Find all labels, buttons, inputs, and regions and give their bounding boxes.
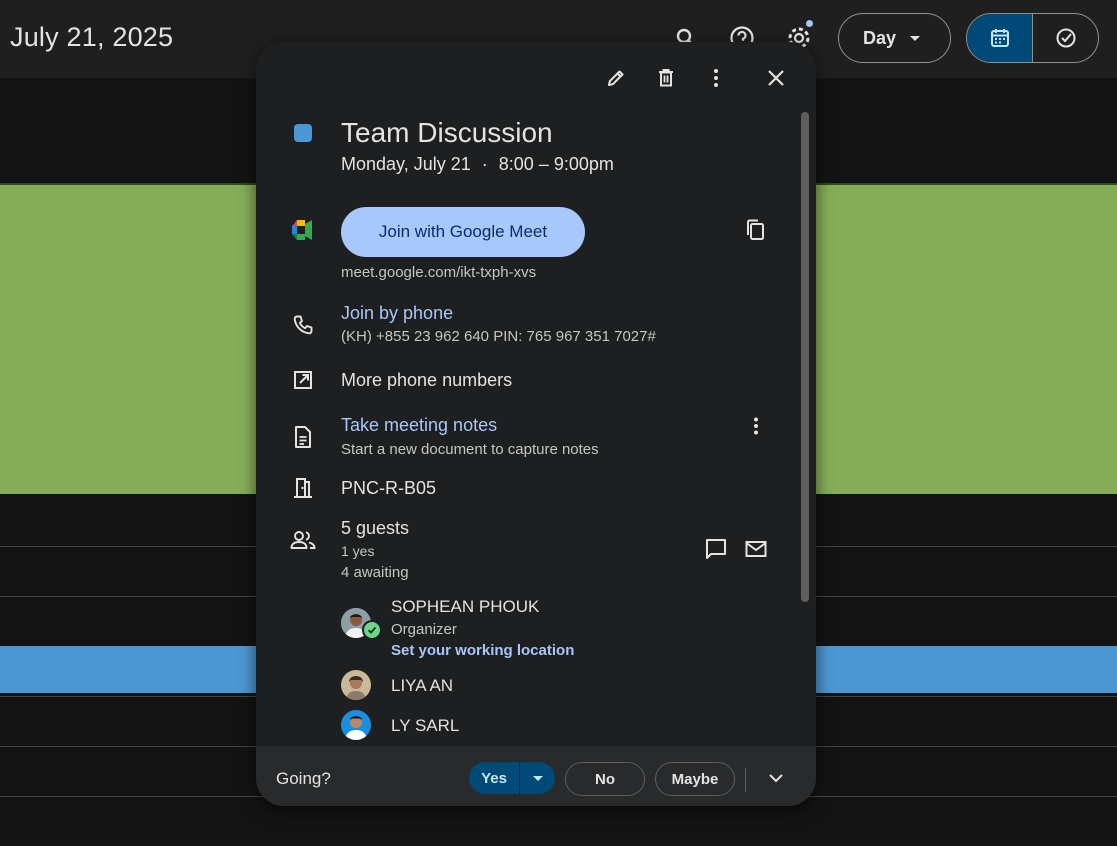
accepted-check-icon bbox=[362, 620, 382, 640]
edit-icon[interactable] bbox=[600, 62, 632, 94]
view-select[interactable]: Day bbox=[838, 13, 951, 63]
meet-link[interactable]: meet.google.com/ikt-txph-xvs bbox=[341, 264, 536, 281]
event-datetime: Monday, July 21 · 8:00 – 9:00pm bbox=[341, 154, 614, 175]
scrollbar[interactable] bbox=[801, 112, 809, 602]
notes-description: Start a new document to capture notes bbox=[341, 441, 599, 458]
document-icon bbox=[290, 424, 316, 450]
avatar bbox=[341, 710, 371, 740]
take-meeting-notes-link[interactable]: Take meeting notes bbox=[341, 415, 497, 436]
open-in-new-icon bbox=[290, 367, 316, 393]
guest-awaiting-count: 4 awaiting bbox=[341, 564, 409, 581]
room-name: PNC-R-B05 bbox=[341, 478, 437, 498]
join-by-phone-link[interactable]: Join by phone bbox=[341, 303, 453, 324]
google-meet-icon bbox=[292, 220, 316, 245]
chevron-down-icon bbox=[910, 35, 921, 41]
close-icon[interactable] bbox=[760, 62, 792, 94]
datetime-separator: · bbox=[481, 154, 488, 174]
set-working-location-link[interactable]: Set your working location bbox=[391, 642, 574, 659]
event-color-swatch bbox=[294, 124, 312, 142]
notification-dot bbox=[806, 20, 813, 27]
rsvp-no-button[interactable]: No bbox=[565, 762, 645, 796]
guest-role: Organizer bbox=[391, 621, 457, 638]
calendar-toggle[interactable] bbox=[967, 14, 1032, 62]
calendar-icon bbox=[990, 29, 1009, 47]
date-title: July 21, 2025 bbox=[10, 22, 174, 52]
view-select-label: Day bbox=[863, 27, 897, 48]
join-meet-button[interactable]: Join with Google Meet bbox=[341, 207, 585, 257]
footer-divider bbox=[745, 768, 746, 792]
tasks-toggle[interactable] bbox=[1032, 14, 1098, 62]
email-icon[interactable] bbox=[740, 533, 772, 565]
copy-icon[interactable] bbox=[739, 214, 771, 246]
meeting-room-icon bbox=[290, 475, 316, 501]
app-switcher bbox=[966, 13, 1099, 63]
event-title: Team Discussion bbox=[341, 117, 553, 148]
rsvp-footer: Going? Yes No Maybe bbox=[256, 746, 816, 806]
guest-yes-count: 1 yes bbox=[341, 543, 375, 559]
event-date: Monday, July 21 bbox=[341, 154, 471, 174]
guest-count[interactable]: 5 guests bbox=[341, 518, 409, 539]
event-time: 8:00 – 9:00pm bbox=[498, 154, 614, 174]
going-prompt: Going? bbox=[276, 769, 331, 788]
expand-icon[interactable] bbox=[762, 764, 790, 792]
delete-icon[interactable] bbox=[650, 62, 682, 94]
phone-icon bbox=[290, 312, 316, 338]
more-phone-numbers-link[interactable]: More phone numbers bbox=[341, 370, 512, 391]
rsvp-yes-button[interactable]: Yes bbox=[469, 762, 555, 794]
avatar bbox=[341, 670, 371, 700]
rsvp-maybe-button[interactable]: Maybe bbox=[655, 762, 735, 796]
guest-name: SOPHEAN PHOUK bbox=[391, 597, 540, 616]
event-details-card: Team Discussion Monday, July 21 · 8:00 –… bbox=[256, 42, 816, 806]
tasks-icon bbox=[1056, 28, 1075, 48]
people-icon bbox=[290, 527, 316, 553]
rsvp-options-dropdown[interactable] bbox=[519, 762, 555, 794]
notes-more-icon[interactable] bbox=[740, 410, 772, 442]
chevron-down-icon bbox=[532, 775, 543, 781]
guest-name: LIYA AN bbox=[391, 676, 454, 695]
chat-icon[interactable] bbox=[700, 533, 732, 565]
guest-name: LY SARL bbox=[391, 716, 460, 735]
more-options-icon[interactable] bbox=[700, 62, 732, 94]
rsvp-yes-label[interactable]: Yes bbox=[469, 762, 519, 794]
phone-details: (KH) +855 23 962 640 PIN: 765 967 351 70… bbox=[341, 328, 656, 345]
